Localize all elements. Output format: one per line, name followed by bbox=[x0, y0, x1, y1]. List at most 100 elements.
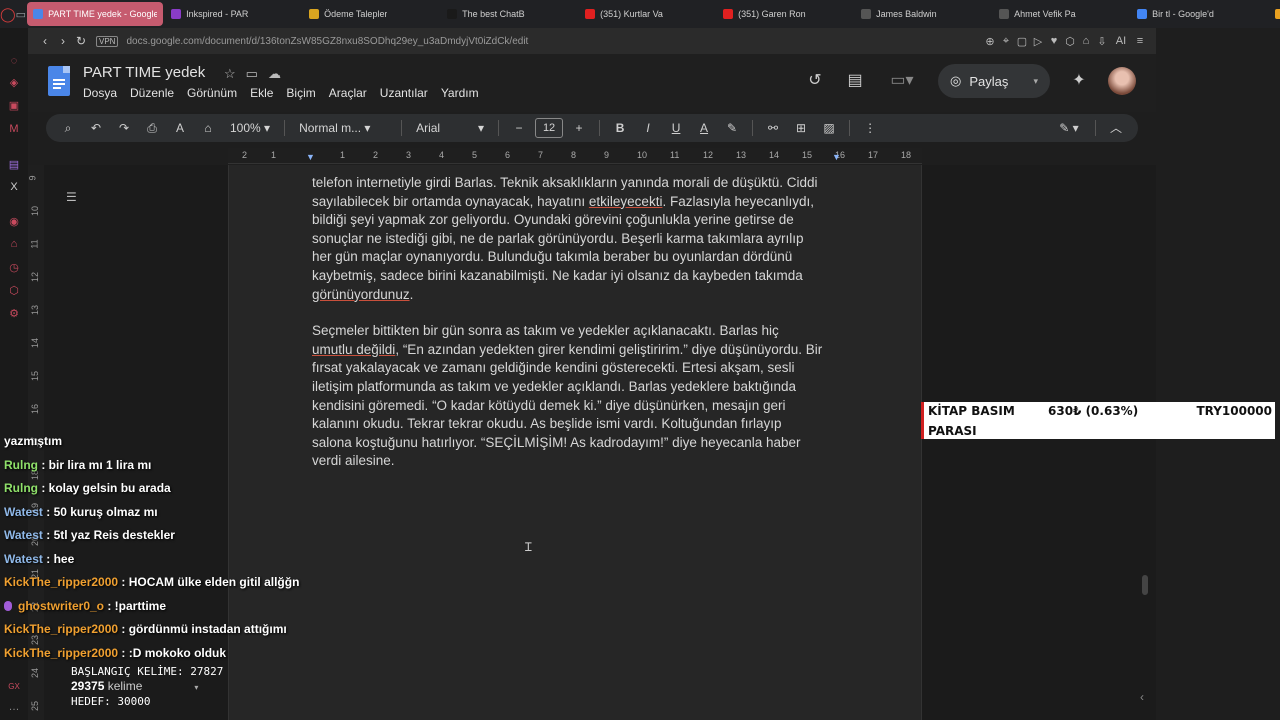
chat-message: KickThe_ripper2000 : :D mokoko olduk bbox=[4, 642, 334, 666]
chat-username: Rulng bbox=[4, 457, 38, 472]
decrease-font-size-icon[interactable]: − bbox=[507, 117, 531, 139]
current-word-count[interactable]: 29375 kelime ▾ bbox=[71, 679, 223, 694]
history-icon[interactable]: ◷ bbox=[7, 261, 21, 275]
vpn-badge[interactable]: VPN bbox=[96, 35, 119, 47]
style-select[interactable]: Normal m... ▾ bbox=[293, 121, 393, 135]
menu-item[interactable]: Dosya bbox=[83, 86, 117, 100]
insert-image-icon[interactable]: ▨ bbox=[817, 117, 841, 139]
spelling-suggestion[interactable]: etkileyecekti bbox=[589, 194, 663, 209]
side-panel-toggle-icon[interactable]: ‹ bbox=[1140, 690, 1144, 704]
add-comment-icon[interactable]: ⊞ bbox=[789, 117, 813, 139]
star-icon[interactable]: ☆ bbox=[224, 66, 236, 82]
horizontal-ruler[interactable]: 2 1 1 2 3 4 5 6 7 8 9 10 11 12 13 14 15 16 17 18 ▼ ▼ bbox=[228, 148, 922, 164]
redo-icon[interactable]: ↷ bbox=[112, 117, 136, 139]
spelling-suggestion[interactable]: umutlu değildi bbox=[312, 342, 395, 357]
comments-icon[interactable]: ▤ bbox=[844, 70, 866, 92]
vertical-ruler-tick: 13 bbox=[30, 304, 41, 316]
editing-mode-icon[interactable]: ✎ ▾ bbox=[1051, 117, 1087, 139]
spellcheck-icon[interactable]: A bbox=[168, 117, 192, 139]
menu-item[interactable]: Yardım bbox=[441, 86, 479, 100]
browser-tab[interactable]: Ahmet Vefik Pa bbox=[993, 2, 1129, 26]
bold-icon[interactable]: B bbox=[608, 117, 632, 139]
browser-tab[interactable]: Ödeme Talepler bbox=[303, 2, 439, 26]
more-options-icon[interactable]: ⋮ bbox=[858, 117, 882, 139]
spelling-suggestion[interactable]: görünüyordunuz bbox=[312, 287, 410, 302]
download-icon[interactable]: ⇩ bbox=[1094, 35, 1110, 48]
hide-menus-icon[interactable]: ︿ bbox=[1104, 117, 1128, 139]
menu-icon[interactable]: ≡ bbox=[1132, 35, 1148, 47]
document-body[interactable]: telefon internetiyle girdi Barlas. Tekni… bbox=[312, 174, 842, 489]
forward-icon[interactable]: › bbox=[54, 34, 72, 48]
font-select[interactable]: Arial ▾ bbox=[410, 121, 490, 135]
underline-icon[interactable]: U bbox=[664, 117, 688, 139]
zoom-icon[interactable]: ⊕ bbox=[982, 35, 998, 48]
reload-icon[interactable]: ↻ bbox=[72, 34, 90, 48]
highlight-icon[interactable]: ✎ bbox=[720, 117, 744, 139]
ai-button[interactable]: AI bbox=[1110, 35, 1132, 47]
menu-item[interactable]: Görünüm bbox=[187, 86, 237, 100]
share-button[interactable]: ◎ Paylaş ▾ bbox=[938, 64, 1050, 98]
heart-icon[interactable]: ♥ bbox=[1046, 35, 1062, 47]
chat-text: : kolay gelsin bu arada bbox=[38, 481, 171, 495]
bookmark-icon[interactable]: ◈ bbox=[7, 76, 21, 90]
undo-icon[interactable]: ↶ bbox=[84, 117, 108, 139]
text-line: fırsat yakalayacak ve zamanı geldiğinde … bbox=[312, 360, 795, 376]
browser-tab[interactable]: James Baldwin bbox=[855, 2, 991, 26]
left-indent-marker-icon[interactable]: ▼ bbox=[306, 152, 315, 162]
italic-icon[interactable]: I bbox=[636, 117, 660, 139]
meet-icon[interactable]: ▭▾ bbox=[884, 70, 920, 92]
zoom-select[interactable]: 100% ▾ bbox=[224, 121, 276, 135]
browser-tab[interactable]: The best ChatB bbox=[441, 2, 577, 26]
twitch-icon[interactable]: ▤ bbox=[7, 158, 21, 172]
opera-menu-icon[interactable]: ◯ bbox=[0, 0, 16, 28]
menu-item[interactable]: Düzenle bbox=[130, 86, 174, 100]
browser-tab[interactable]: Bir tl - Google'd bbox=[1131, 2, 1267, 26]
browser-tab[interactable]: (351) Kurtlar Va bbox=[579, 2, 715, 26]
workspace-icon[interactable]: ▭ bbox=[16, 0, 26, 28]
url-field[interactable]: docs.google.com/document/d/136tonZsW85GZ… bbox=[126, 36, 982, 47]
mail-icon[interactable]: M bbox=[7, 122, 21, 136]
menu-item[interactable]: Biçim bbox=[286, 86, 315, 100]
link-icon[interactable]: ⚯ bbox=[761, 117, 785, 139]
menu-item[interactable]: Araçlar bbox=[329, 86, 367, 100]
snapshot-icon[interactable]: ▢ bbox=[1014, 35, 1030, 48]
text-color-icon[interactable]: A bbox=[692, 117, 716, 139]
move-folder-icon[interactable]: ▭ bbox=[246, 66, 258, 82]
gx-icon[interactable]: GX bbox=[7, 680, 21, 694]
version-history-icon[interactable]: ↺ bbox=[804, 70, 826, 92]
browser-tab[interactable]: Inkspired - PAR bbox=[165, 2, 301, 26]
paint-format-icon[interactable]: ⌂ bbox=[196, 117, 220, 139]
gemini-icon[interactable]: ✦ bbox=[1068, 70, 1090, 92]
extension-icon[interactable]: ⬡ bbox=[1062, 35, 1078, 48]
wallet-icon[interactable]: ⌂ bbox=[1078, 35, 1094, 47]
messenger-icon[interactable]: ▣ bbox=[7, 99, 21, 113]
scrollbar-thumb[interactable] bbox=[1142, 575, 1148, 595]
font-size-input[interactable]: 12 bbox=[535, 118, 564, 138]
increase-font-size-icon[interactable]: + bbox=[567, 117, 591, 139]
play-icon[interactable]: ▷ bbox=[1030, 35, 1046, 48]
pinboard-icon[interactable]: ⌂ bbox=[7, 237, 21, 251]
right-indent-marker-icon[interactable]: ▼ bbox=[832, 152, 841, 162]
menu-item[interactable]: Uzantılar bbox=[380, 86, 428, 100]
document-title[interactable]: PART TIME yedek bbox=[83, 64, 205, 81]
cloud-status-icon[interactable]: ☁ bbox=[268, 66, 281, 82]
browser-tab[interactable]: (351) Garen Ron bbox=[717, 2, 853, 26]
settings-icon[interactable]: ⚙ bbox=[7, 307, 21, 321]
print-icon[interactable]: ⎙ bbox=[140, 117, 164, 139]
more-icon[interactable]: … bbox=[7, 700, 21, 714]
aria-icon[interactable]: ◌ bbox=[7, 54, 21, 68]
menu-item[interactable]: Ekle bbox=[250, 86, 273, 100]
back-icon[interactable]: ‹ bbox=[36, 34, 54, 48]
avatar[interactable] bbox=[1108, 67, 1136, 95]
share-dropdown-icon[interactable]: ▾ bbox=[1033, 76, 1038, 87]
browser-tab[interactable]: PART TIME yedek - Google bbox=[27, 2, 164, 26]
extensions-icon[interactable]: ⬡ bbox=[7, 284, 21, 298]
search-menus-icon[interactable]: ⌕ bbox=[56, 117, 80, 139]
browser-tab[interactable]: One Turkish Lira bbox=[1269, 2, 1280, 26]
docs-logo-icon[interactable] bbox=[48, 66, 70, 96]
x-icon[interactable]: X bbox=[7, 180, 21, 194]
player-icon[interactable]: ◉ bbox=[7, 215, 21, 229]
tab-favicon-icon bbox=[1137, 9, 1148, 19]
pin-icon[interactable]: ⌖ bbox=[998, 35, 1014, 48]
document-outline-icon[interactable]: ☰ bbox=[66, 190, 77, 204]
